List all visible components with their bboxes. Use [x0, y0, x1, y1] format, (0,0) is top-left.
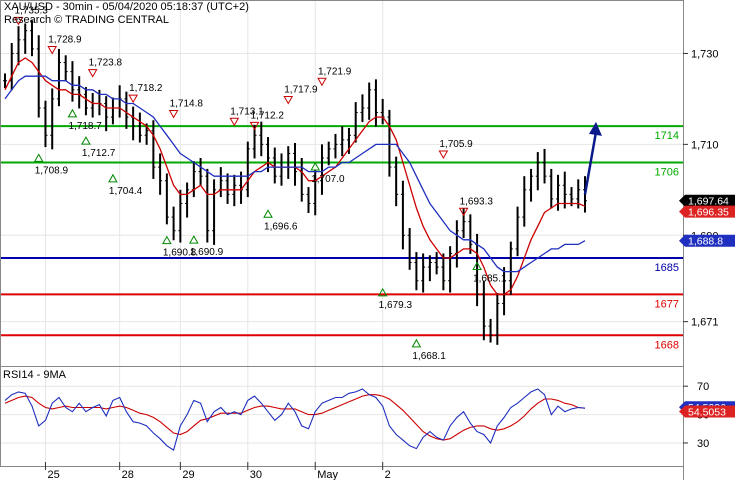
price-annotations: 1,735.31,728.91,723.81,718.21,714.81,713…: [13, 5, 602, 362]
level-label-1706: 1706: [655, 167, 679, 179]
low-label: 1,704.4: [109, 186, 143, 197]
low-marker: [263, 209, 273, 218]
level-label-1668: 1668: [655, 339, 679, 351]
last-ma-slow-label: 1,688.8: [688, 236, 723, 248]
level-label-1714: 1714: [655, 130, 679, 142]
high-label: 1,721.9: [318, 66, 352, 77]
low-marker: [411, 338, 422, 348]
high-label: 1,728.9: [48, 34, 82, 45]
high-label: 1,717.9: [284, 84, 318, 95]
low-label: 1,668.1: [412, 351, 446, 362]
price-chart: 17141706168516771668 1,735.31,728.91,723…: [0, 0, 735, 480]
low-label: 1,712.7: [82, 148, 116, 159]
rsi-tick-label: 70: [697, 381, 709, 393]
high-marker: [128, 94, 139, 104]
high-marker: [168, 110, 179, 119]
level-label-1677: 1677: [655, 298, 679, 310]
low-label: 1,679.3: [379, 300, 413, 311]
high-marker: [229, 117, 240, 127]
x-tick-label: 28: [122, 469, 134, 480]
y-tick-label: 1,671: [691, 317, 719, 329]
low-label: 1,696.6: [264, 221, 298, 232]
high-marker: [283, 95, 294, 105]
low-label: 1,707.0: [311, 174, 345, 185]
rsi-title: RSI14 - 9MA: [3, 369, 67, 381]
low-label: 1,708.9: [35, 165, 69, 176]
x-tick-label: 25: [47, 469, 59, 480]
high-label: 1,718.2: [129, 83, 163, 94]
low-marker: [108, 173, 118, 183]
high-marker: [87, 69, 98, 78]
forecast-arrow-head: [589, 121, 602, 136]
low-marker: [161, 235, 172, 245]
high-marker: [438, 150, 449, 160]
high-marker: [317, 77, 327, 87]
level-label-1685: 1685: [655, 262, 679, 274]
low-label: 1,718.7: [68, 121, 102, 132]
x-tick-label: 29: [182, 469, 194, 480]
rsi-panel: RSI14 - 9MA: [3, 369, 586, 451]
chart-title: XAU/USD - 30min - 05/04/2020 05:18:37 (U…: [4, 1, 249, 13]
x-tick-label: May: [317, 469, 338, 480]
last-ma-fast-label: 1,696.35: [688, 207, 729, 219]
rsi-panel-frame: [0, 366, 684, 467]
low-label: 1,690.9: [190, 247, 224, 258]
low-marker: [33, 153, 44, 162]
rsi-ma-line: [4, 394, 586, 441]
low-marker: [67, 108, 78, 118]
high-marker: [47, 45, 58, 55]
rsi-line: [4, 388, 586, 451]
high-label: 1,714.8: [170, 99, 204, 110]
price-series: [3, 20, 587, 345]
high-label: 1,705.9: [439, 139, 473, 150]
chart-copyright: Research © TRADING CENTRAL: [4, 14, 169, 26]
low-marker: [188, 235, 199, 244]
rsi-tick-label: 30: [697, 438, 709, 450]
high-label: 1,693.3: [460, 196, 494, 207]
x-tick-label: 2: [385, 469, 391, 480]
y-tick-label: 1,730: [691, 48, 719, 60]
low-marker: [81, 136, 91, 145]
y-tick-label: 1,710: [691, 139, 719, 151]
high-label: 1,723.8: [89, 58, 123, 69]
x-tick-label: 30: [250, 469, 262, 480]
last-rsi-ma-label: 54.5053: [688, 406, 726, 418]
high-label: 1,712.2: [251, 110, 285, 121]
low-label: 1,685.1: [473, 274, 507, 285]
